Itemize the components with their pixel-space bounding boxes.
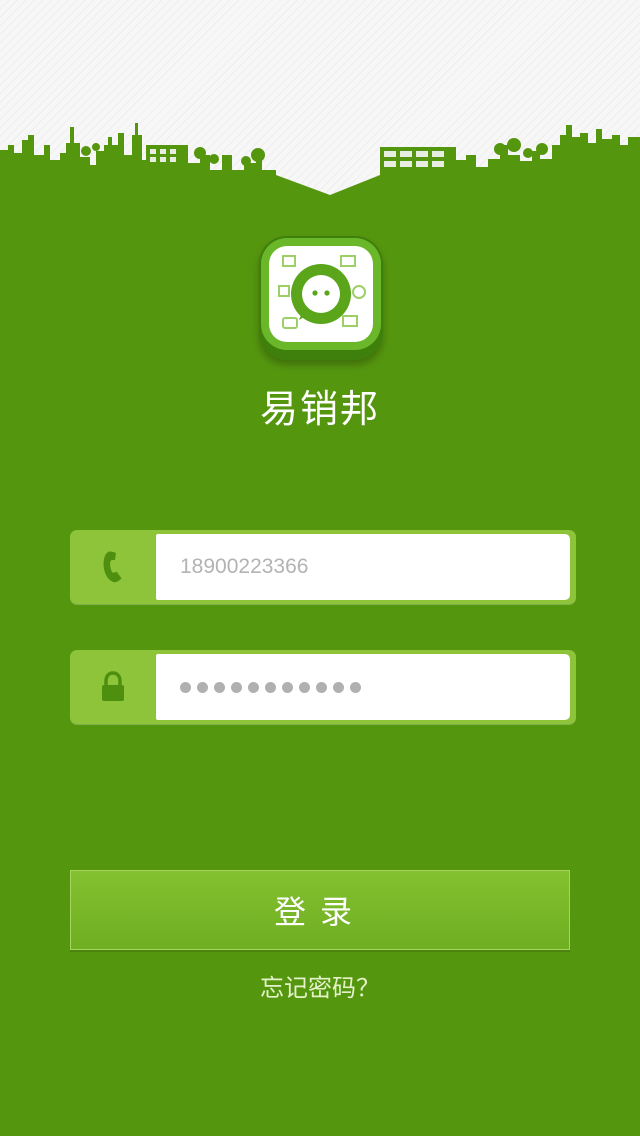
app-logo-icon (259, 236, 383, 360)
phone-field (70, 530, 576, 604)
password-dot (231, 681, 242, 693)
password-dot (333, 681, 344, 693)
app-name: 易销邦 (259, 387, 380, 431)
password-dot (350, 681, 361, 693)
phone-icon (70, 530, 156, 604)
password-mask (180, 654, 361, 720)
phone-input[interactable] (156, 534, 570, 600)
password-input[interactable] (156, 654, 570, 720)
password-dot (180, 681, 191, 693)
password-dot (214, 681, 225, 693)
password-dot (316, 681, 327, 693)
password-dot (248, 681, 259, 693)
password-dot (299, 681, 310, 693)
password-dot (265, 681, 276, 693)
city-skyline-illustration (0, 123, 640, 205)
password-dot (197, 681, 208, 693)
password-field (70, 650, 576, 724)
forgot-password-link[interactable]: 忘记密码？ (0, 968, 640, 1003)
login-button[interactable]: 登录 (70, 870, 570, 950)
password-dot (282, 681, 293, 693)
lock-icon (70, 650, 156, 724)
